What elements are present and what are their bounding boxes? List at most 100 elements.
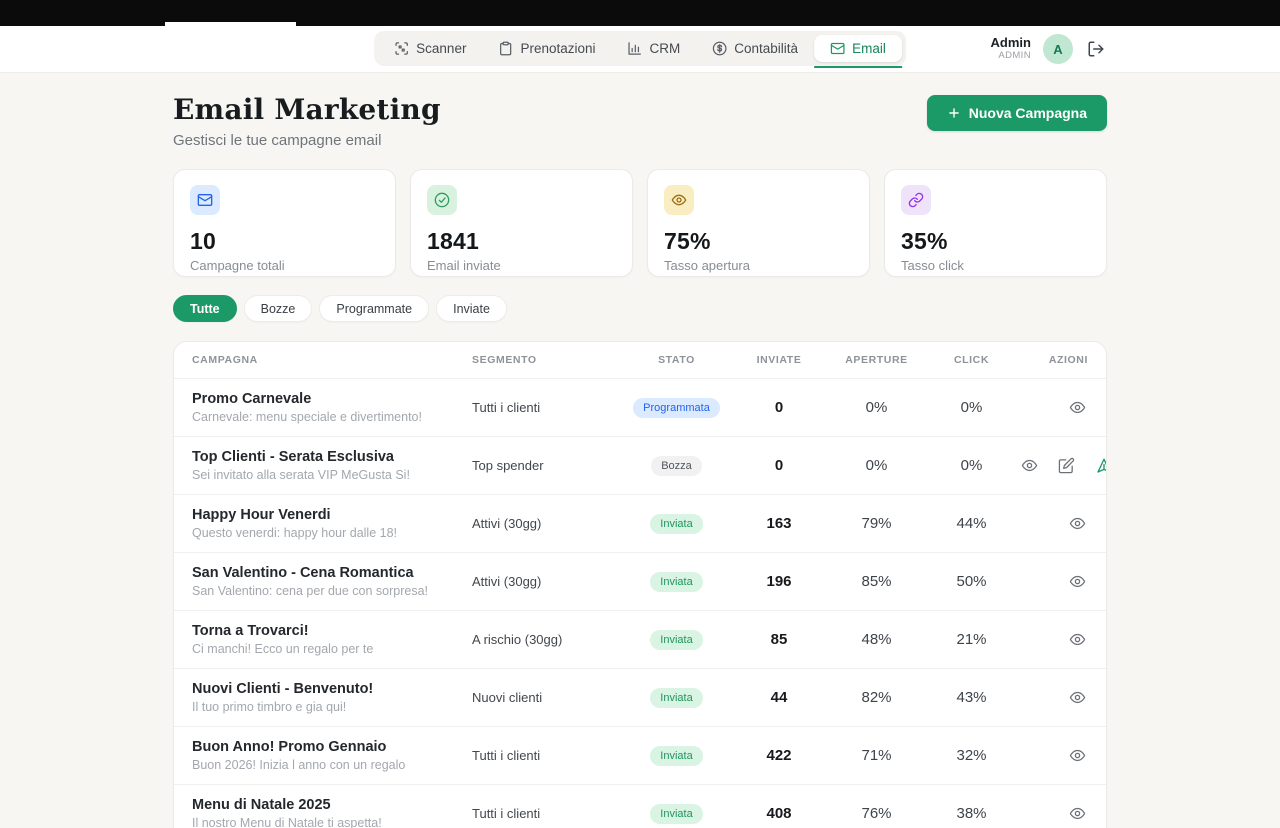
click-rate: 43% — [924, 689, 1019, 706]
send-campaign-button[interactable] — [1093, 455, 1107, 477]
status-badge: Inviata — [650, 804, 702, 824]
topbar — [0, 0, 1280, 26]
filter-tutte[interactable]: Tutte — [173, 295, 237, 322]
actions-cell — [1019, 455, 1107, 477]
status-cell: Inviata — [624, 746, 729, 766]
view-campaign-button[interactable] — [1067, 513, 1088, 534]
eye-icon — [1069, 805, 1086, 822]
stat-label: Email inviate — [427, 258, 616, 273]
edit-campaign-button[interactable] — [1056, 455, 1077, 477]
campaign-table-body: Promo Carnevale Carnevale: menu speciale… — [174, 378, 1106, 828]
sent-count: 0 — [729, 399, 829, 416]
campaign-title: Buon Anno! Promo Gennaio — [192, 738, 462, 756]
column-click: CLICK — [924, 354, 1019, 366]
actions-cell — [1019, 571, 1088, 592]
sent-count: 163 — [729, 515, 829, 532]
status-badge: Inviata — [650, 688, 702, 708]
view-campaign-button[interactable] — [1067, 745, 1088, 766]
scan-icon — [394, 41, 409, 56]
view-campaign-button[interactable] — [1067, 687, 1088, 708]
eye-icon — [1069, 399, 1086, 416]
status-cell: Inviata — [624, 572, 729, 592]
new-campaign-button[interactable]: Nuova Campagna — [927, 95, 1107, 131]
campaign-title: Promo Carnevale — [192, 390, 462, 408]
status-cell: Inviata — [624, 514, 729, 534]
table-row: Nuovi Clienti - Benvenuto! Il tuo primo … — [174, 668, 1106, 726]
table-row: Buon Anno! Promo Gennaio Buon 2026! Iniz… — [174, 726, 1106, 784]
user-block: Admin ADMIN A — [991, 26, 1107, 72]
open-rate: 48% — [829, 631, 924, 648]
status-badge: Inviata — [650, 572, 702, 592]
campaign-subtitle: Ci manchi! Ecco un regalo per te — [192, 642, 462, 657]
tab-label: CRM — [650, 41, 681, 56]
link-icon — [901, 185, 931, 215]
eye-icon — [1069, 689, 1086, 706]
filter-programmate[interactable]: Programmate — [319, 295, 429, 322]
campaign-cell: San Valentino - Cena Romantica San Valen… — [192, 564, 472, 599]
stat-value: 35% — [901, 228, 1090, 255]
page-head-text: Email Marketing Gestisci le tue campagne… — [173, 93, 441, 149]
open-rate: 0% — [829, 399, 924, 416]
column-segmento: SEGMENTO — [472, 354, 624, 366]
status-badge: Inviata — [650, 746, 702, 766]
app-header: Scanner Prenotazioni CRM Contabilità — [0, 26, 1280, 73]
column-aperture: APERTURE — [829, 354, 924, 366]
campaign-subtitle: Il nostro Menu di Natale ti aspetta! — [192, 816, 462, 828]
logout-button[interactable] — [1085, 38, 1107, 60]
tab-email[interactable]: Email — [814, 35, 902, 62]
column-campagna: CAMPAGNA — [192, 354, 472, 366]
filter-bozze[interactable]: Bozze — [244, 295, 313, 322]
send-icon — [1095, 457, 1107, 475]
avatar[interactable]: A — [1043, 34, 1073, 64]
filter-inviate[interactable]: Inviate — [436, 295, 507, 322]
user-role: ADMIN — [991, 51, 1031, 62]
view-campaign-button[interactable] — [1067, 629, 1088, 650]
campaign-cell: Torna a Trovarci! Ci manchi! Ecco un reg… — [192, 622, 472, 657]
column-azioni: AZIONI — [1019, 354, 1088, 366]
campaign-subtitle: Buon 2026! Inizia l anno con un regalo — [192, 758, 462, 773]
click-rate: 0% — [924, 399, 1019, 416]
view-campaign-button[interactable] — [1067, 803, 1088, 824]
actions-cell — [1019, 745, 1088, 766]
tab-label: Contabilità — [734, 41, 798, 56]
tab-scanner[interactable]: Scanner — [378, 35, 482, 62]
stat-value: 1841 — [427, 228, 616, 255]
sent-count: 0 — [729, 457, 829, 474]
status-cell: Programmata — [624, 398, 729, 418]
tab-prenotazioni[interactable]: Prenotazioni — [482, 35, 611, 62]
eye-icon — [1069, 573, 1086, 590]
table-row: Torna a Trovarci! Ci manchi! Ecco un reg… — [174, 610, 1106, 668]
view-campaign-button[interactable] — [1067, 571, 1088, 592]
status-badge: Inviata — [650, 630, 702, 650]
segment-cell: Top spender — [472, 458, 624, 473]
segment-cell: Attivi (30gg) — [472, 516, 624, 531]
campaign-cell: Promo Carnevale Carnevale: menu speciale… — [192, 390, 472, 425]
new-campaign-label: Nuova Campagna — [969, 105, 1087, 121]
campaign-subtitle: Questo venerdi: happy hour dalle 18! — [192, 526, 462, 541]
nav-tab-group: Scanner Prenotazioni CRM Contabilità — [374, 31, 906, 66]
campaign-title: Nuovi Clienti - Benvenuto! — [192, 680, 462, 698]
column-inviate: INVIATE — [729, 354, 829, 366]
view-campaign-button[interactable] — [1067, 397, 1088, 418]
table-row: Menu di Natale 2025 Il nostro Menu di Na… — [174, 784, 1106, 828]
campaign-subtitle: San Valentino: cena per due con sorpresa… — [192, 584, 462, 599]
table-row: San Valentino - Cena Romantica San Valen… — [174, 552, 1106, 610]
status-cell: Bozza — [624, 456, 729, 476]
campaign-title: Happy Hour Venerdi — [192, 506, 462, 524]
stat-card-click-rate: 35% Tasso click — [884, 169, 1107, 277]
segment-cell: A rischio (30gg) — [472, 632, 624, 647]
click-rate: 21% — [924, 631, 1019, 648]
campaign-cell: Nuovi Clienti - Benvenuto! Il tuo primo … — [192, 680, 472, 715]
click-rate: 44% — [924, 515, 1019, 532]
open-rate: 71% — [829, 747, 924, 764]
tab-label: Scanner — [416, 41, 466, 56]
campaign-cell: Menu di Natale 2025 Il nostro Menu di Na… — [192, 796, 472, 828]
status-badge: Inviata — [650, 514, 702, 534]
eye-icon — [1069, 747, 1086, 764]
view-campaign-button[interactable] — [1019, 455, 1040, 477]
main-content: Email Marketing Gestisci le tue campagne… — [173, 73, 1107, 828]
segment-cell: Tutti i clienti — [472, 748, 624, 763]
check-circle-icon — [427, 185, 457, 215]
tab-crm[interactable]: CRM — [612, 35, 697, 62]
tab-contabilita[interactable]: Contabilità — [696, 35, 814, 62]
